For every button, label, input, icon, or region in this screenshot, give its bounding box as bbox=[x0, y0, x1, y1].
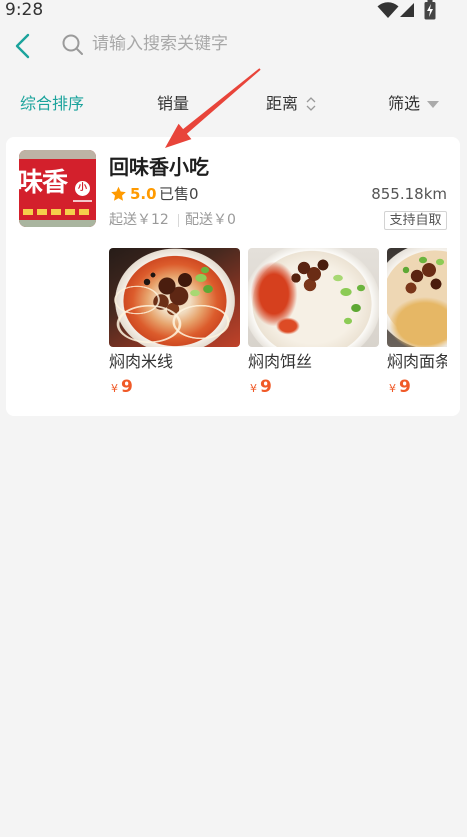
logo-badge: 小 bbox=[75, 181, 90, 196]
menu-item-price: ¥9 bbox=[248, 377, 379, 399]
tab-label: 筛选 bbox=[388, 94, 421, 113]
menu-item[interactable]: 焖肉饵丝 ¥9 bbox=[248, 248, 379, 408]
search-input[interactable] bbox=[60, 30, 440, 58]
food-photo bbox=[248, 248, 379, 347]
cellular-signal-icon bbox=[400, 3, 414, 17]
sort-tab-bar: 综合排序 销量 距离 筛选 bbox=[0, 84, 467, 124]
price-amount: 9 bbox=[399, 377, 411, 397]
sort-up-down-icon bbox=[306, 97, 316, 111]
chevron-left-icon bbox=[15, 33, 30, 59]
caret-down-icon bbox=[427, 100, 440, 108]
logo-bottom-band bbox=[19, 220, 96, 227]
tab-distance[interactable]: 距离 bbox=[266, 94, 317, 114]
menu-item-name: 焖肉面条 bbox=[387, 352, 447, 371]
menu-item[interactable]: 焖肉面条 ¥9 bbox=[387, 248, 447, 408]
currency-symbol: ¥ bbox=[111, 382, 118, 395]
logo-mini-line bbox=[73, 200, 92, 202]
star-icon bbox=[111, 186, 126, 201]
menu-item[interactable]: 焖肉米线 ¥9 bbox=[109, 248, 240, 408]
store-name[interactable]: 回味香小吃 bbox=[109, 156, 209, 178]
delivery-fee: 配送￥0 bbox=[185, 212, 236, 228]
currency-symbol: ¥ bbox=[250, 382, 257, 395]
status-bar: 9:28 bbox=[0, 0, 467, 24]
wifi-icon bbox=[377, 2, 399, 18]
tab-label: 距离 bbox=[266, 94, 299, 113]
currency-symbol: ¥ bbox=[389, 382, 396, 395]
logo-tagline-strip bbox=[23, 209, 93, 215]
food-photo bbox=[387, 248, 447, 347]
sold-count: 已售0 bbox=[159, 185, 199, 203]
store-rating: 5.0 bbox=[130, 185, 157, 203]
tab-sales[interactable]: 销量 bbox=[157, 94, 189, 114]
tab-filter[interactable]: 筛选 bbox=[388, 94, 440, 114]
menu-item-name: 焖肉米线 bbox=[109, 352, 174, 371]
back-button[interactable] bbox=[8, 30, 38, 62]
min-order-amount: 起送￥12 bbox=[109, 212, 169, 228]
food-photo bbox=[109, 248, 240, 347]
price-amount: 9 bbox=[121, 377, 133, 397]
store-card[interactable]: 味香 小 回味香小吃 5.0 已售0 855.18km 起送￥12 配送￥0 支… bbox=[6, 137, 460, 416]
tab-comprehensive-sort[interactable]: 综合排序 bbox=[20, 94, 84, 114]
status-time: 9:28 bbox=[5, 0, 44, 20]
store-distance: 855.18km bbox=[371, 185, 447, 203]
menu-item-row: 焖肉米线 ¥9 焖肉饵丝 ¥9 焖肉面条 ¥9 bbox=[109, 248, 447, 408]
tab-label: 销量 bbox=[157, 94, 190, 113]
logo-top-band bbox=[19, 150, 96, 159]
menu-item-name: 焖肉饵丝 bbox=[248, 352, 313, 371]
app-screen: 9:28 综合排序 销量 距离 bbox=[0, 0, 467, 837]
price-amount: 9 bbox=[260, 377, 272, 397]
menu-item-price: ¥9 bbox=[387, 377, 447, 399]
logo-wordmark: 味香 bbox=[19, 168, 68, 198]
tab-label: 综合排序 bbox=[20, 94, 85, 113]
pickup-badge: 支持自取 bbox=[384, 211, 447, 230]
fee-divider bbox=[178, 214, 179, 227]
store-logo: 味香 小 bbox=[19, 150, 96, 227]
annotation-arrow bbox=[165, 68, 261, 148]
menu-item-price: ¥9 bbox=[109, 377, 240, 399]
battery-charging-icon bbox=[424, 0, 436, 20]
